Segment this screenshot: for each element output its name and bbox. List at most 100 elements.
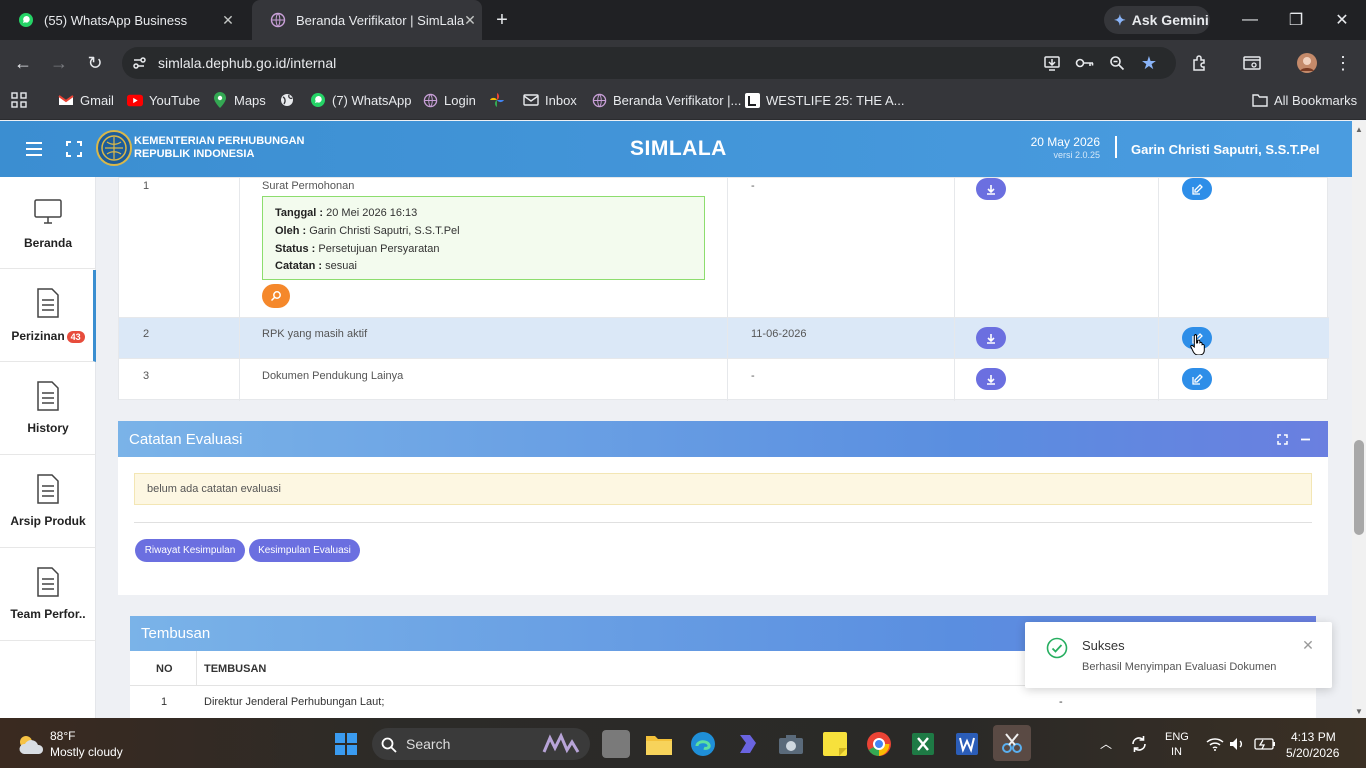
approval-detail-box: Tanggal : 20 Mei 2026 16:13 Oleh : Garin… xyxy=(262,196,705,280)
bookmark-maps[interactable]: Maps xyxy=(212,90,266,110)
clock-date[interactable]: 5/20/2026 xyxy=(1286,746,1339,760)
sticky-notes-icon[interactable] xyxy=(821,730,849,758)
scrollbar-thumb[interactable] xyxy=(1354,440,1364,535)
sidebar-item-perizinan[interactable]: Perizinan 43 xyxy=(0,270,96,362)
clock-time[interactable]: 4:13 PM xyxy=(1291,730,1336,744)
tab-search-icon[interactable] xyxy=(1240,51,1264,75)
new-tab-icon[interactable]: + xyxy=(490,8,514,32)
bookmark-star-icon[interactable]: ★ xyxy=(1137,51,1161,75)
ministry-logo xyxy=(96,130,132,166)
sidebar-item-arsip-produk[interactable]: Arsip Produk xyxy=(0,456,96,548)
tab-whatsapp[interactable]: (55) WhatsApp Business ✕ xyxy=(0,0,248,40)
bookmark-whatsapp[interactable]: (7) WhatsApp xyxy=(310,90,411,110)
bookmark-login[interactable]: Login xyxy=(422,90,476,110)
toast-message: Berhasil Menyimpan Evaluasi Dokumen xyxy=(1082,661,1277,673)
column-header: TEMBUSAN xyxy=(204,663,267,675)
bookmark-beranda[interactable]: Beranda Verifikator |... xyxy=(591,90,741,110)
sidebar-item-team-performance[interactable]: Team Perfor.. xyxy=(0,549,96,641)
word-icon[interactable] xyxy=(953,730,981,758)
bookmark-westlife[interactable]: WESTLIFE 25: THE A... xyxy=(744,90,904,110)
wifi-icon[interactable] xyxy=(1205,735,1225,753)
excel-icon[interactable] xyxy=(909,730,937,758)
snipping-tool-icon[interactable] xyxy=(993,725,1031,761)
document-icon xyxy=(34,288,62,318)
install-app-icon[interactable] xyxy=(1040,51,1064,75)
edit-button[interactable] xyxy=(1182,178,1212,200)
download-icon xyxy=(986,333,996,344)
battery-icon[interactable] xyxy=(1254,736,1276,752)
close-icon[interactable]: ✕ xyxy=(464,10,476,30)
bookmark-inbox[interactable]: Inbox xyxy=(523,90,577,110)
language-indicator[interactable]: ENG xyxy=(1165,731,1189,743)
windows-taskbar xyxy=(0,718,1366,768)
kesimpulan-evaluasi-button[interactable]: Kesimpulan Evaluasi xyxy=(249,539,360,562)
forward-icon[interactable]: → xyxy=(47,51,71,75)
reload-icon[interactable]: ↻ xyxy=(83,51,107,75)
edge-icon[interactable] xyxy=(689,730,717,758)
chevron-up-icon[interactable]: ︿ xyxy=(1099,736,1113,751)
riwayat-kesimpulan-button[interactable]: Riwayat Kesimpulan xyxy=(135,539,245,562)
row-number: 3 xyxy=(143,370,150,382)
chrome-icon[interactable] xyxy=(865,730,893,758)
menu-kebab-icon[interactable]: ⋮ xyxy=(1331,51,1355,75)
document-name: Surat Permohonan xyxy=(262,180,355,192)
minimize-icon[interactable]: — xyxy=(1238,8,1262,32)
sync-icon[interactable] xyxy=(1129,734,1149,754)
sidebar-item-beranda[interactable]: Beranda xyxy=(0,177,96,269)
success-toast: Sukses Berhasil Menyimpan Evaluasi Dokum… xyxy=(1025,622,1332,688)
page-scrollbar[interactable] xyxy=(1352,121,1366,718)
copilot-icon[interactable] xyxy=(733,730,761,758)
download-button[interactable] xyxy=(976,368,1006,390)
volume-icon[interactable] xyxy=(1228,735,1246,753)
weather-temperature: 88°F xyxy=(50,729,76,743)
column-header: NO xyxy=(156,663,173,675)
panel-title: Tembusan xyxy=(141,625,211,642)
row-number: 1 xyxy=(143,180,150,192)
tab-title: (55) WhatsApp Business xyxy=(44,12,188,28)
ask-gemini-button[interactable]: ✦ Ask Gemini xyxy=(1104,6,1210,34)
tembusan-name: Direktur Jenderal Perhubungan Laut; xyxy=(204,696,385,708)
close-icon[interactable]: ✕ xyxy=(218,10,238,30)
key-icon[interactable] xyxy=(1073,51,1097,75)
zoom-icon[interactable] xyxy=(1105,51,1129,75)
edit-button[interactable] xyxy=(1182,368,1212,390)
download-button[interactable] xyxy=(976,178,1006,200)
back-icon[interactable]: ← xyxy=(11,51,35,75)
scroll-up-icon[interactable]: ▲ xyxy=(1353,124,1365,134)
tab-title: Beranda Verifikator | SimLala xyxy=(296,12,465,28)
check-circle-icon xyxy=(1046,637,1068,659)
user-name[interactable]: Garin Christi Saputri, S.S.T.Pel xyxy=(1131,142,1320,157)
profile-avatar[interactable] xyxy=(1295,51,1319,75)
download-button[interactable] xyxy=(976,327,1006,349)
file-explorer-icon[interactable] xyxy=(645,730,673,758)
weather-status: Mostly cloudy xyxy=(50,745,123,759)
scroll-down-icon[interactable]: ▼ xyxy=(1353,706,1365,716)
window-close-icon[interactable]: ✕ xyxy=(1330,8,1354,32)
tab-simlala[interactable]: Beranda Verifikator | SimLala ✕ xyxy=(252,0,482,40)
globe-icon[interactable] xyxy=(279,92,295,108)
bookmark-photos[interactable] xyxy=(489,90,511,110)
search-detail-button[interactable] xyxy=(262,284,290,308)
panel-title: Catatan Evaluasi xyxy=(129,430,243,448)
sidebar-item-history[interactable]: History xyxy=(0,363,96,455)
gemini-label: Ask Gemini xyxy=(1131,12,1209,28)
restore-icon[interactable]: ❐ xyxy=(1284,8,1308,32)
youtube-icon xyxy=(127,92,143,108)
site-info-icon[interactable] xyxy=(130,54,148,72)
camera-icon[interactable] xyxy=(777,730,805,758)
taskview-icon[interactable] xyxy=(602,730,630,758)
bookmark-youtube[interactable]: YouTube xyxy=(127,90,200,110)
windows-start-icon[interactable] xyxy=(334,732,358,756)
extensions-icon[interactable] xyxy=(1188,51,1212,75)
fullscreen-icon[interactable] xyxy=(64,139,84,159)
gmail-icon xyxy=(58,92,74,108)
all-bookmarks[interactable]: All Bookmarks xyxy=(1252,90,1357,110)
toast-title: Sukses xyxy=(1082,638,1125,653)
collapse-icon[interactable] xyxy=(1299,433,1311,445)
apps-grid-icon[interactable] xyxy=(10,91,28,109)
hamburger-menu-icon[interactable] xyxy=(24,139,44,159)
bookmark-gmail[interactable]: Gmail xyxy=(58,90,114,110)
expand-icon[interactable] xyxy=(1276,433,1288,445)
weather-cloud-icon[interactable] xyxy=(16,731,46,757)
close-icon[interactable]: ✕ xyxy=(1301,637,1315,653)
